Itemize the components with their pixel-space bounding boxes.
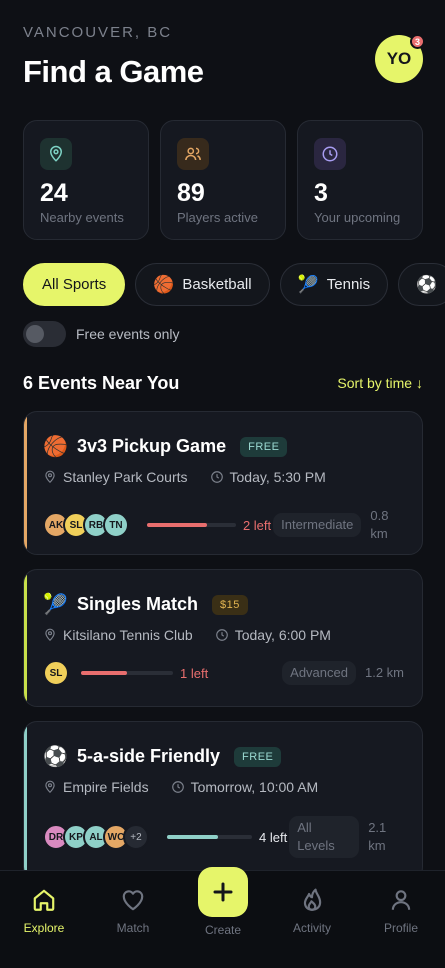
spots-left: 4 left <box>259 829 288 845</box>
event-card[interactable]: 🏀 3v3 Pickup Game FREE Stanley Park Cour… <box>23 411 423 555</box>
card-accent-stripe <box>24 412 27 554</box>
tab-label: Profile <box>383 921 418 935</box>
card-accent-stripe <box>24 570 27 706</box>
tab-label: Activity <box>292 921 331 935</box>
event-location: Empire Fields <box>63 779 149 795</box>
sport-filter-chips: All Sports 🏀 Basketball 🎾 Tennis ⚽ <box>23 263 445 306</box>
player-avatar: TN <box>103 512 129 538</box>
card-accent-stripe <box>24 722 27 880</box>
spots-progress-bar <box>167 835 252 839</box>
free-events-label: Free events only <box>76 326 180 342</box>
stat-label: Nearby events <box>40 210 124 225</box>
chip-all-sports[interactable]: All Sports <box>23 263 126 306</box>
clock-icon <box>314 138 346 170</box>
spots-progress-fill <box>81 671 127 675</box>
stat-value: 24 <box>40 179 68 207</box>
section-title: 6 Events Near You <box>23 373 180 393</box>
spots-progress-bar <box>81 671 173 675</box>
chip-label: Basketball <box>182 276 252 293</box>
tab-label: Create <box>204 923 242 937</box>
heart-icon <box>122 890 144 911</box>
plus-icon <box>213 882 233 902</box>
tab-label: Match <box>116 921 150 935</box>
location-pin-icon <box>45 470 55 484</box>
event-card[interactable]: 🎾 Singles Match $15 Kitsilano Tennis Clu… <box>23 569 423 707</box>
location-label: VANCOUVER, BC <box>23 24 173 41</box>
spots-progress-fill <box>147 523 207 527</box>
event-title: 3v3 Pickup Game <box>77 436 227 456</box>
event-location: Kitsilano Tennis Club <box>63 627 193 643</box>
chip-label: All Sports <box>42 276 107 293</box>
tab-label: Explore <box>23 921 65 935</box>
toggle-knob <box>26 325 44 343</box>
skill-level-badge: Intermediate <box>273 513 362 537</box>
clock-icon <box>215 629 228 641</box>
stat-players-active[interactable]: 89 Players active <box>160 120 286 240</box>
page-title: Find a Game <box>23 54 204 89</box>
event-location: Stanley Park Courts <box>63 469 188 485</box>
sort-button[interactable]: Sort by time ↓ <box>337 375 423 391</box>
avatar[interactable]: YO 3 <box>375 34 425 83</box>
event-time: Today, 6:00 PM <box>234 627 331 643</box>
stat-value: 3 <box>314 179 328 207</box>
location-pin-icon <box>45 628 55 642</box>
spots-left: 2 left <box>242 517 272 533</box>
spots-progress-bar <box>147 523 236 527</box>
location-pin-icon <box>45 780 55 794</box>
event-title: Singles Match <box>77 594 199 614</box>
soccer-ball-icon: ⚽ <box>416 274 438 294</box>
free-events-filter: Free events only <box>23 321 180 347</box>
event-card[interactable]: ⚽ 5-a-side Friendly FREE Empire Fields T… <box>23 721 423 881</box>
tennis-ball-icon: 🎾 <box>43 594 68 616</box>
event-distance: 0.8 km <box>370 508 389 541</box>
event-distance: 2.1 km <box>368 820 387 853</box>
player-avatars: SL <box>43 660 69 686</box>
price-badge: FREE <box>240 436 288 457</box>
notification-badge: 3 <box>410 34 425 49</box>
stat-label: Your upcoming <box>314 210 401 225</box>
stat-your-upcoming[interactable]: 3 Your upcoming <box>297 120 423 240</box>
stats-row: 24 Nearby events 89 Players active 3 You… <box>23 120 423 240</box>
event-time: Today, 5:30 PM <box>229 469 326 485</box>
chip-tennis[interactable]: 🎾 Tennis <box>279 263 389 306</box>
event-title: 5-a-side Friendly <box>77 746 221 766</box>
skill-level-badge: All Levels <box>289 816 360 858</box>
avatar-initials: YO <box>386 49 412 68</box>
spots-progress-fill <box>167 835 218 839</box>
clock-icon <box>210 471 223 483</box>
tennis-ball-icon: 🎾 <box>297 274 319 294</box>
flame-icon <box>303 888 322 911</box>
tab-match[interactable]: Match <box>98 887 168 935</box>
bottom-tab-bar: Explore Match Create Activity Profile <box>0 867 445 968</box>
stat-label: Players active <box>177 210 258 225</box>
tab-profile[interactable]: Profile <box>366 887 436 935</box>
spots-left: 1 left <box>180 665 209 681</box>
player-avatar: SL <box>43 660 69 686</box>
more-players-count: +2 <box>123 824 149 850</box>
chip-basketball[interactable]: 🏀 Basketball <box>135 263 270 306</box>
price-badge: FREE <box>234 746 282 767</box>
price-badge: $15 <box>212 594 248 615</box>
player-avatars: AK SL RB TN <box>43 512 129 538</box>
tab-activity[interactable]: Activity <box>277 887 347 935</box>
skill-level-badge: Advanced <box>282 661 356 685</box>
stat-value: 89 <box>177 179 205 207</box>
basketball-icon: 🏀 <box>153 274 175 294</box>
stat-nearby-events[interactable]: 24 Nearby events <box>23 120 149 240</box>
users-icon <box>177 138 209 170</box>
location-pin-icon <box>40 138 72 170</box>
clock-icon <box>171 781 184 793</box>
chip-label: Tennis <box>326 276 371 293</box>
event-time: Tomorrow, 10:00 AM <box>190 779 319 795</box>
player-avatars: DR KP AL WC +2 <box>43 824 149 850</box>
soccer-ball-icon: ⚽ <box>43 746 68 768</box>
home-icon <box>33 889 55 911</box>
tab-explore[interactable]: Explore <box>9 887 79 935</box>
create-button[interactable] <box>198 867 248 917</box>
basketball-icon: 🏀 <box>43 436 68 458</box>
event-distance: 1.2 km <box>364 665 404 680</box>
chip-soccer[interactable]: ⚽ <box>398 263 445 306</box>
free-events-toggle[interactable] <box>23 321 66 347</box>
user-icon <box>391 890 411 910</box>
